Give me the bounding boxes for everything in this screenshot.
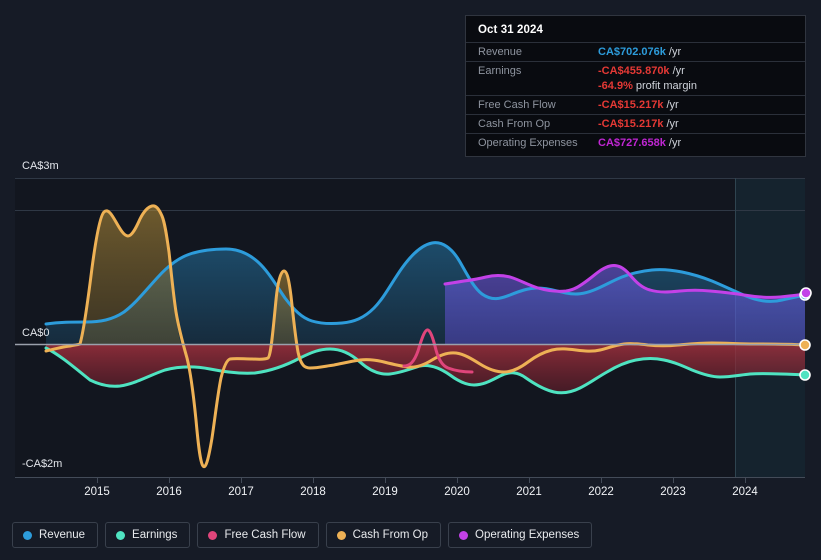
y-axis-label-bottom: -CA$2m bbox=[22, 458, 63, 470]
tooltip-row-revenue: Revenue CA$702.076k /yr bbox=[466, 42, 805, 61]
tooltip-unit-cfo: /yr bbox=[666, 118, 679, 130]
legend-label-earnings: Earnings bbox=[132, 529, 178, 541]
tooltip-value-opex: CA$727.658k bbox=[598, 137, 666, 149]
x-axis-label-2020: 2020 bbox=[444, 486, 470, 498]
tooltip-unit-profit-margin: profit margin bbox=[635, 80, 697, 92]
opex-endpoint-dot bbox=[800, 287, 812, 299]
chart-legend: Revenue Earnings Free Cash Flow Cash Fro… bbox=[12, 522, 593, 548]
legend-dot-opex-icon bbox=[459, 530, 469, 540]
tooltip-value-revenue: CA$702.076k bbox=[598, 46, 666, 58]
y-axis-label-zero: CA$0 bbox=[22, 327, 50, 339]
legend-label-operating-expenses: Operating Expenses bbox=[475, 529, 580, 541]
legend-item-revenue[interactable]: Revenue bbox=[12, 522, 99, 548]
legend-item-operating-expenses[interactable]: Operating Expenses bbox=[448, 522, 593, 548]
legend-item-free-cash-flow[interactable]: Free Cash Flow bbox=[197, 522, 319, 548]
tooltip-row-opex: Operating Expenses CA$727.658k /yr bbox=[466, 133, 805, 152]
tooltip-label-revenue: Revenue bbox=[478, 46, 523, 58]
legend-label-cash-from-op: Cash From Op bbox=[352, 529, 429, 541]
legend-label-revenue: Revenue bbox=[39, 529, 86, 541]
x-axis-label-2023: 2023 bbox=[660, 486, 686, 498]
legend-item-cash-from-op[interactable]: Cash From Op bbox=[325, 522, 442, 548]
x-tick-marks bbox=[97, 478, 746, 483]
tooltip-unit-revenue: /yr bbox=[668, 46, 682, 58]
tooltip-unit-earnings: /yr bbox=[672, 65, 685, 77]
tooltip-value-fcf: -CA$15.217k bbox=[598, 99, 664, 111]
cfo-endpoint-dot bbox=[799, 339, 811, 351]
x-axis-label-2017: 2017 bbox=[228, 486, 254, 498]
legend-label-free-cash-flow: Free Cash Flow bbox=[224, 529, 306, 541]
tooltip-unit-fcf: /yr bbox=[666, 99, 679, 111]
legend-dot-earnings-icon bbox=[116, 530, 126, 540]
x-axis-label-2016: 2016 bbox=[156, 486, 182, 498]
tooltip-label-opex: Operating Expenses bbox=[478, 137, 578, 149]
x-axis-label-2018: 2018 bbox=[300, 486, 326, 498]
legend-item-earnings[interactable]: Earnings bbox=[105, 522, 191, 548]
tooltip-row-earnings: Earnings -CA$455.870k /yr bbox=[466, 61, 805, 80]
tooltip-label-earnings: Earnings bbox=[478, 65, 522, 77]
x-axis-label-2022: 2022 bbox=[588, 486, 614, 498]
tooltip-row-profit-margin: -64.9% profit margin bbox=[466, 80, 805, 95]
tooltip-value-profit-margin: -64.9% bbox=[598, 80, 633, 92]
tooltip-date: Oct 31 2024 bbox=[478, 24, 544, 36]
tooltip-value-earnings: -CA$455.870k bbox=[598, 65, 670, 77]
x-axis-label-2024: 2024 bbox=[732, 486, 758, 498]
tooltip-unit-opex: /yr bbox=[668, 137, 682, 149]
tooltip-value-cfo: -CA$15.217k bbox=[598, 118, 664, 130]
tooltip-row-cfo: Cash From Op -CA$15.217k /yr bbox=[466, 114, 805, 133]
x-axis-label-2019: 2019 bbox=[372, 486, 398, 498]
data-tooltip: Oct 31 2024 Revenue CA$702.076k /yr Earn… bbox=[465, 15, 806, 157]
legend-dot-revenue-icon bbox=[23, 530, 32, 540]
tooltip-label-fcf: Free Cash Flow bbox=[478, 99, 556, 111]
x-axis-label-2021: 2021 bbox=[516, 486, 542, 498]
x-axis-label-2015: 2015 bbox=[84, 486, 110, 498]
legend-dot-fcf-icon bbox=[208, 530, 218, 540]
tooltip-label-cfo: Cash From Op bbox=[478, 118, 551, 130]
earnings-endpoint-dot bbox=[799, 369, 811, 381]
y-axis-label-top: CA$3m bbox=[22, 160, 59, 172]
legend-dot-cfo-icon bbox=[336, 530, 346, 540]
tooltip-row-fcf: Free Cash Flow -CA$15.217k /yr bbox=[466, 95, 805, 114]
financial-chart: CA$3m CA$0 -CA$2m 2015 2016 2017 2018 20… bbox=[0, 0, 821, 560]
